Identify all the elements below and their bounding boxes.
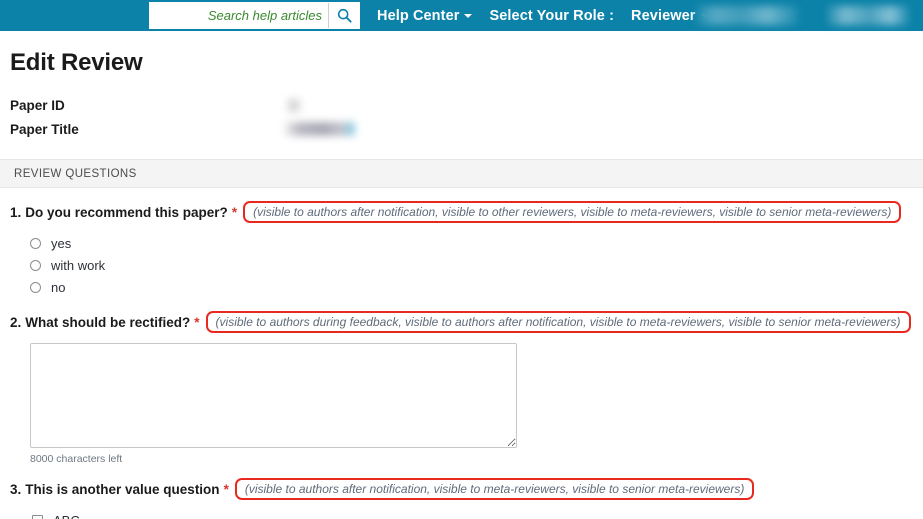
checkbox-label-abc: ABC (53, 513, 80, 519)
radio-option-yes[interactable]: yes (30, 232, 923, 254)
page-title: Edit Review (10, 49, 143, 76)
paper-id-label: Paper ID (10, 97, 65, 113)
paper-title-label: Paper Title (10, 121, 79, 137)
question-2-answer-area: 8000 characters left (30, 343, 923, 465)
review-questions-band: REVIEW QUESTIONS (0, 159, 923, 188)
nav-item-help-center[interactable]: Help Center (377, 7, 473, 24)
search-box[interactable] (149, 2, 360, 29)
redacted-nav-button-2[interactable] (827, 6, 909, 25)
checkbox-icon[interactable] (32, 514, 43, 519)
question-3-options: ABC DEF (32, 509, 923, 519)
radio-label-with-work: with work (51, 257, 106, 273)
nav-label-reviewer: Reviewer (631, 7, 696, 24)
paper-meta: Paper ID Paper Title (10, 93, 923, 141)
question-1-options: yes with work no (30, 232, 923, 298)
question-1-label: Do you recommend this paper? (25, 204, 228, 220)
radio-option-with-work[interactable]: with work (30, 254, 923, 276)
question-2-number: 2. (10, 314, 22, 330)
nav-item-select-your-role: Select Your Role : (489, 8, 614, 24)
radio-icon[interactable] (30, 281, 41, 293)
paper-id-value (285, 98, 303, 112)
question-1-header: 1. Do you recommend this paper? * (visib… (10, 201, 923, 223)
question-1-visibility-annotation: (visible to authors after notification, … (243, 201, 902, 223)
question-1-number: 1. (10, 204, 22, 220)
search-button[interactable] (328, 3, 359, 28)
top-navigation-bar: Help Center Select Your Role : Reviewer (0, 0, 923, 31)
paper-title-value (285, 122, 355, 136)
question-3-required-marker: * (223, 481, 229, 497)
question-3-header: 3. This is another value question * (vis… (10, 478, 923, 500)
nav-inner: Help Center Select Your Role : Reviewer (149, 0, 709, 31)
nav-label-select-your-role: Select Your Role : (489, 7, 615, 24)
question-2-textarea[interactable] (30, 343, 517, 448)
chevron-down-icon (464, 13, 473, 18)
page-body: Edit Review Paper ID Paper Title REVIEW … (0, 49, 923, 519)
question-3-visibility-text: (visible to authors after notification, … (244, 481, 745, 496)
nav-label-help-center: Help Center (377, 7, 460, 24)
question-2-visibility-text: (visible to authors during feedback, vis… (215, 314, 901, 329)
radio-icon[interactable] (30, 237, 41, 249)
radio-option-no[interactable]: no (30, 276, 923, 298)
question-3-label: This is another value question (25, 481, 220, 497)
search-icon (337, 8, 352, 23)
search-input[interactable] (150, 3, 328, 28)
paper-id-row: Paper ID (10, 93, 923, 117)
radio-icon[interactable] (30, 259, 41, 271)
redacted-nav-button-1[interactable] (697, 6, 798, 25)
question-2-required-marker: * (194, 314, 200, 330)
paper-title-row: Paper Title (10, 117, 923, 141)
radio-label-no: no (51, 279, 66, 295)
question-1-required-marker: * (231, 204, 238, 220)
review-questions-label: REVIEW QUESTIONS (14, 167, 137, 180)
question-3-visibility-annotation: (visible to authors after notification, … (234, 478, 755, 500)
question-1-visibility-text: (visible to authors after notification, … (253, 204, 892, 219)
question-2-label: What should be rectified? (25, 314, 191, 330)
question-2-visibility-annotation: (visible to authors during feedback, vis… (205, 311, 911, 333)
checkbox-option-abc[interactable]: ABC (32, 509, 923, 519)
question-3-number: 3. (10, 481, 22, 497)
question-2-header: 2. What should be rectified? * (visible … (10, 311, 923, 333)
question-2-characters-left: 8000 characters left (30, 453, 123, 465)
radio-label-yes: yes (51, 235, 72, 251)
